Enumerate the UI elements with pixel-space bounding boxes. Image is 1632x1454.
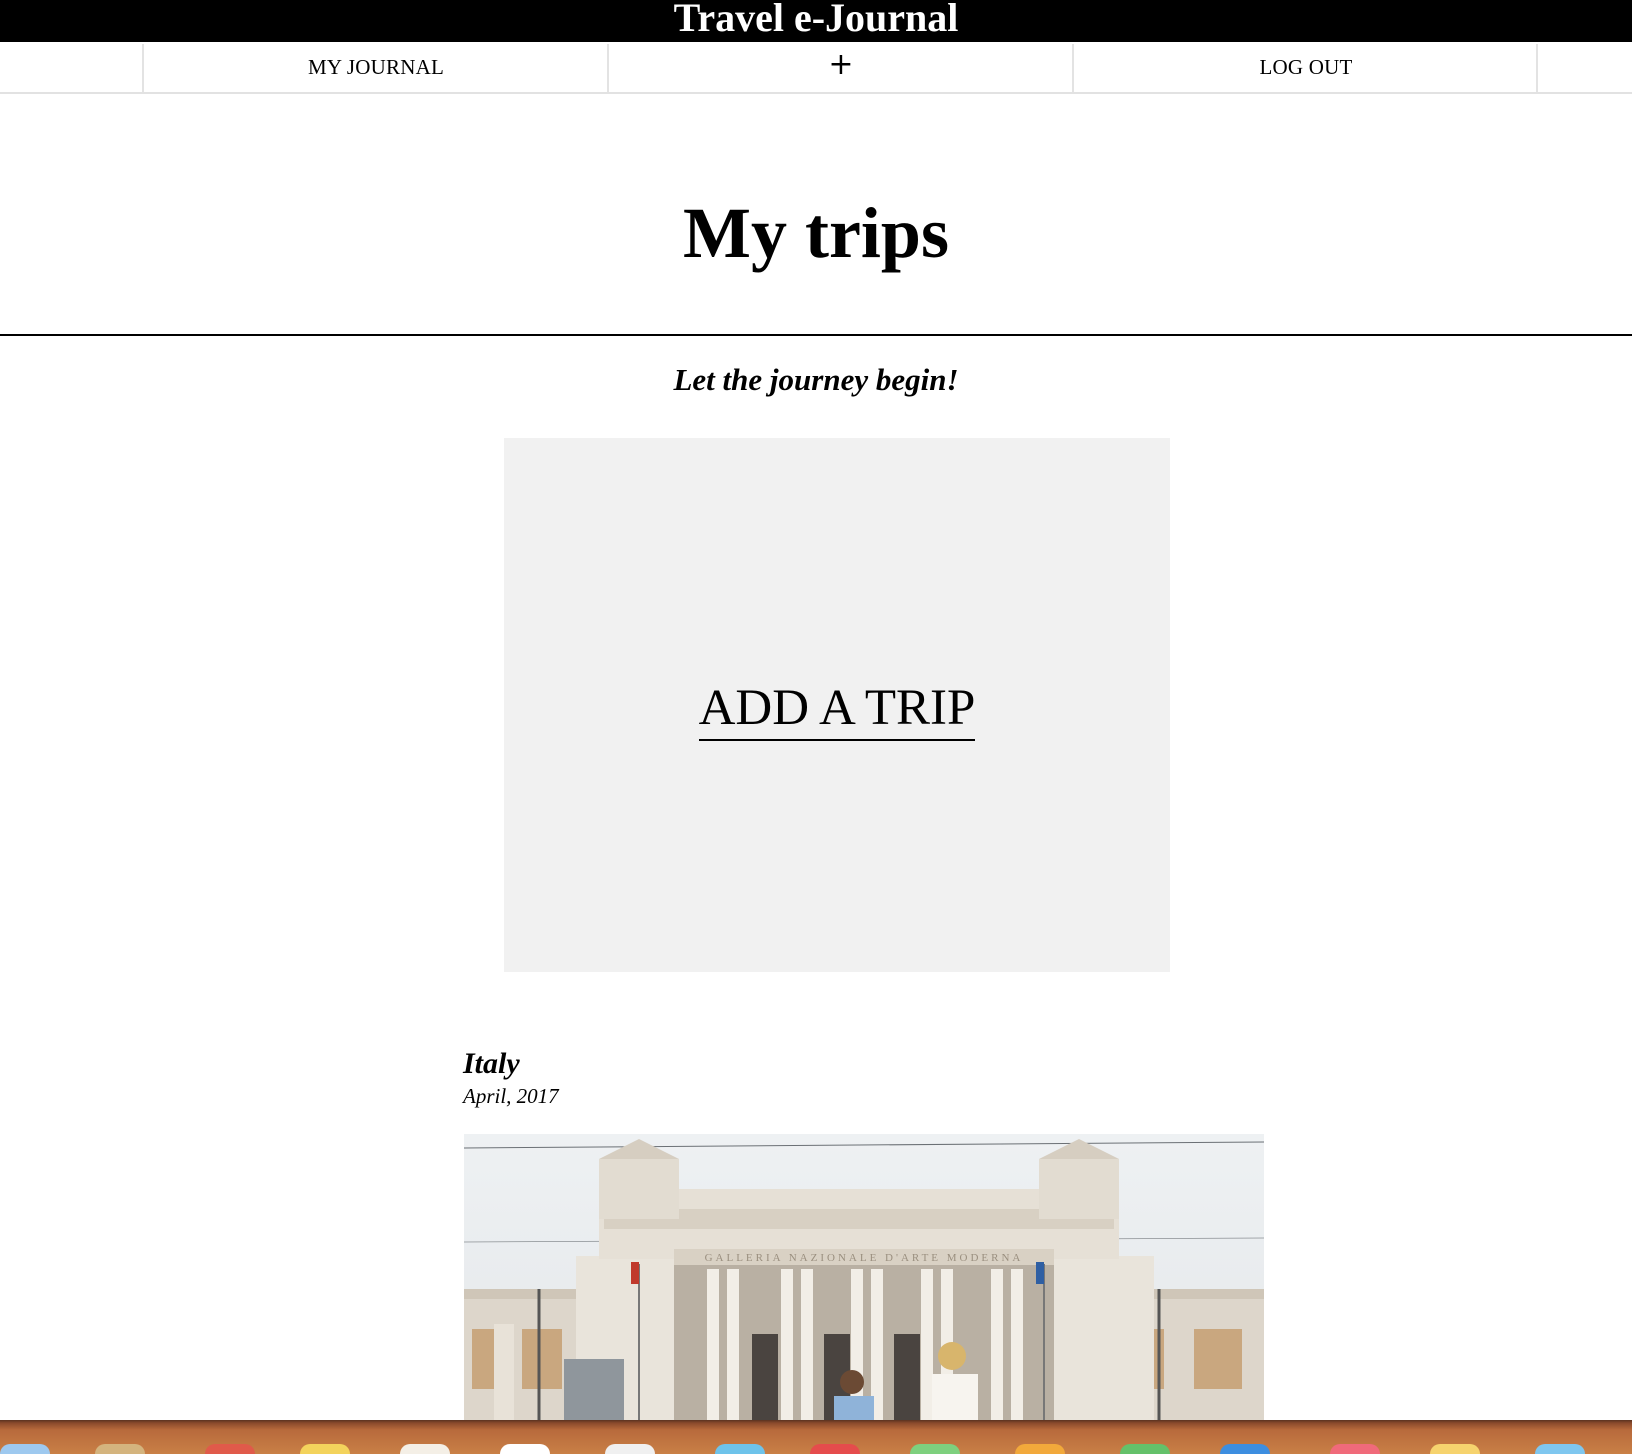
trip-name[interactable]: Italy: [463, 1046, 1265, 1082]
mail-icon[interactable]: [400, 1444, 450, 1454]
maps-icon[interactable]: [715, 1444, 765, 1454]
nav-divider: [1536, 44, 1538, 92]
add-trip-card[interactable]: ADD A TRIP: [504, 438, 1170, 972]
messages-icon[interactable]: [605, 1444, 655, 1454]
section-divider: [0, 334, 1632, 336]
itunes-icon[interactable]: [500, 1444, 550, 1454]
add-trip-link[interactable]: ADD A TRIP: [698, 679, 976, 741]
nav-add-button[interactable]: +: [609, 42, 1073, 92]
trip-date: April, 2017: [463, 1084, 559, 1108]
site-title[interactable]: Travel e-Journal: [674, 0, 959, 39]
photo-caption: GALLERIA NAZIONALE D'ARTE MODERNA: [705, 1252, 1024, 1264]
calendar-icon[interactable]: [205, 1444, 255, 1454]
tagline: Let the journey begin!: [673, 362, 959, 397]
preferences-icon[interactable]: [1120, 1444, 1170, 1454]
site-header: Travel e-Journal: [0, 0, 1632, 42]
notes-icon[interactable]: [300, 1444, 350, 1454]
page-title: My trips: [683, 193, 949, 273]
app-icon[interactable]: [1430, 1444, 1480, 1454]
main-nav: MY JOURNAL + LOG OUT: [0, 42, 1632, 94]
photos-icon[interactable]: [910, 1444, 960, 1454]
app-icon[interactable]: [1535, 1444, 1585, 1454]
music-icon[interactable]: [1330, 1444, 1380, 1454]
safari-icon[interactable]: [0, 1444, 50, 1454]
nav-logout[interactable]: LOG OUT: [1074, 42, 1538, 92]
store-icon[interactable]: [1015, 1444, 1065, 1454]
macos-dock: [0, 1420, 1632, 1454]
nav-my-journal[interactable]: MY JOURNAL: [144, 42, 608, 92]
chrome-icon[interactable]: [1220, 1444, 1270, 1454]
facetime-icon[interactable]: [810, 1444, 860, 1454]
trip-item: Italy April, 2017 GALLERIA NAZIONALE D'A…: [463, 1046, 1265, 1424]
plus-icon: +: [828, 47, 854, 82]
finder-icon[interactable]: [95, 1444, 145, 1454]
trip-photo[interactable]: GALLERIA NAZIONALE D'ARTE MODERNA: [464, 1134, 1264, 1424]
